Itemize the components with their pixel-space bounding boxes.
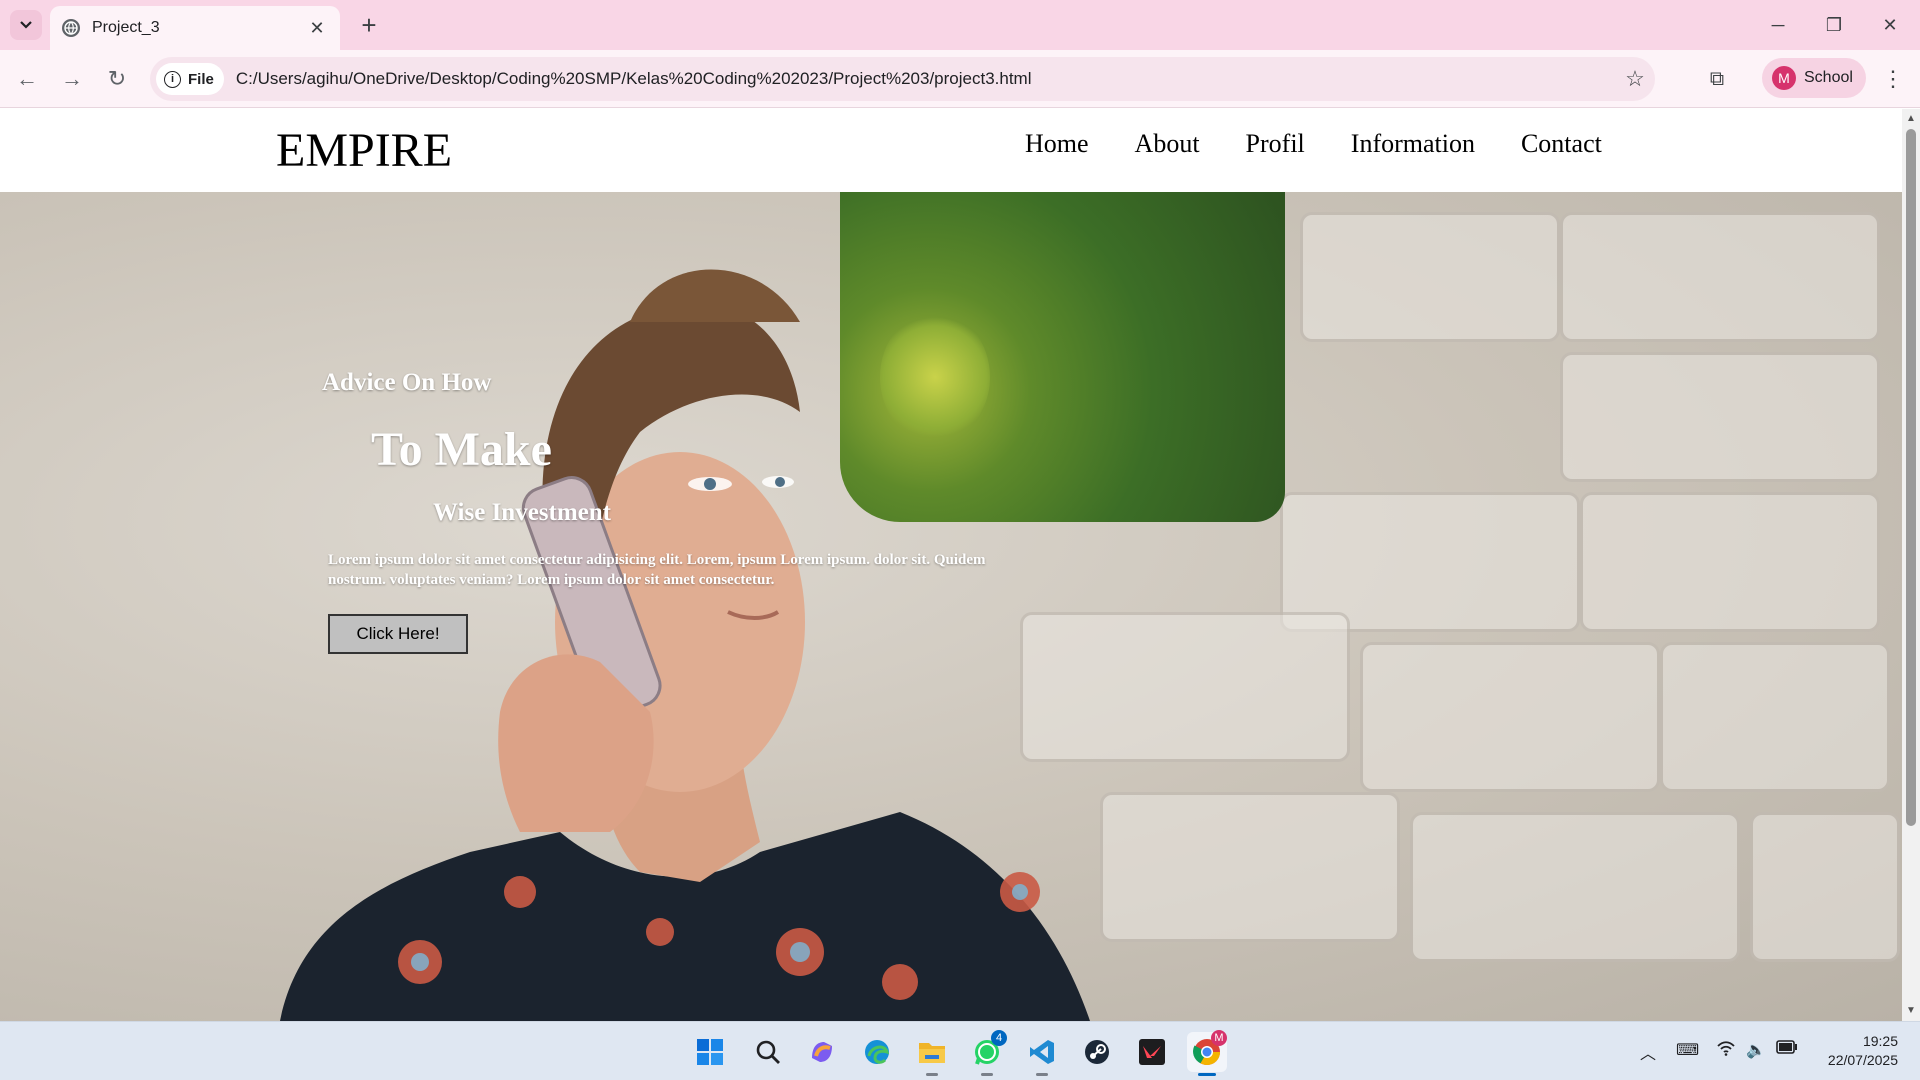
url-text[interactable]: C:/Users/agihu/OneDrive/Desktop/Coding%2… (236, 69, 1615, 89)
page-viewport: EMPIRE Home About Profil Information Con… (0, 109, 1902, 1021)
scroll-down-icon[interactable]: ▼ (1905, 1005, 1917, 1016)
browser-toolbar: ← → ↻ i File C:/Users/agihu/OneDrive/Des… (0, 50, 1920, 108)
site-logo[interactable]: EMPIRE (276, 123, 452, 178)
volume-icon[interactable]: 🔈 (1746, 1040, 1766, 1060)
show-hidden-icons-chevron-icon[interactable]: ︿ (1640, 1040, 1656, 1064)
extensions-icon[interactable]: ⧉ (1700, 62, 1734, 96)
running-indicator (1036, 1073, 1048, 1076)
hero-photo-person (280, 269, 1090, 1021)
copilot-icon[interactable] (802, 1032, 842, 1072)
hero-line-to-make: To Make (371, 423, 552, 476)
scroll-up-icon[interactable]: ▲ (1905, 113, 1917, 124)
restore-icon[interactable]: ❐ (1806, 0, 1862, 50)
forward-icon[interactable]: → (55, 62, 89, 96)
new-tab-button[interactable]: + (354, 10, 384, 40)
wifi-icon[interactable] (1716, 1040, 1736, 1061)
tab-search-button[interactable] (10, 10, 42, 40)
chrome-icon[interactable]: M (1187, 1030, 1227, 1076)
nav-link-about[interactable]: About (1135, 129, 1200, 159)
steam-icon[interactable] (1077, 1032, 1117, 1072)
edge-icon[interactable] (857, 1032, 897, 1072)
keyboard-icon[interactable]: ⌨ (1676, 1040, 1699, 1060)
clock-date: 22/07/2025 (1827, 1052, 1898, 1068)
nav-link-home[interactable]: Home (1025, 129, 1089, 159)
hero-body-text: Lorem ipsum dolor sit amet consectetur a… (328, 552, 986, 588)
back-icon[interactable]: ← (10, 62, 44, 96)
search-icon[interactable] (748, 1032, 788, 1072)
site-info-chip[interactable]: i File (156, 63, 224, 95)
running-indicator (981, 1073, 993, 1076)
tab-title: Project_3 (92, 19, 160, 36)
info-icon: i (164, 70, 181, 88)
avatar: M (1772, 66, 1796, 90)
file-explorer-icon[interactable] (912, 1032, 952, 1076)
vscode-icon[interactable] (1022, 1032, 1062, 1076)
globe-icon (62, 19, 80, 37)
scroll-thumb[interactable] (1906, 129, 1916, 826)
whatsapp-badge: 4 (991, 1030, 1007, 1046)
clock-time: 19:25 (1862, 1033, 1898, 1049)
site-nav: Home About Profil Information Contact (1025, 129, 1648, 159)
running-indicator (926, 1073, 938, 1076)
battery-icon[interactable] (1776, 1040, 1798, 1059)
address-bar[interactable]: i File C:/Users/agihu/OneDrive/Desktop/C… (150, 57, 1655, 101)
close-tab-icon[interactable]: ✕ (306, 18, 328, 39)
system-clock[interactable]: 19:25 22/07/2025 (1828, 1032, 1898, 1070)
hero-line-wise-investment: Wise Investment (433, 499, 612, 526)
window-close-icon[interactable]: ✕ (1862, 0, 1918, 50)
site-info-label: File (188, 70, 214, 88)
windows-start-icon[interactable] (690, 1032, 730, 1072)
chrome-profile-badge: M (1211, 1030, 1227, 1046)
profile-name: School (1804, 69, 1853, 86)
nav-link-profil[interactable]: Profil (1246, 129, 1305, 159)
chevron-down-icon (20, 21, 32, 29)
site-header: EMPIRE Home About Profil Information Con… (0, 109, 1902, 192)
hero-section: Advice On How To Make Wise Investment Lo… (0, 192, 1902, 1021)
click-here-button[interactable]: Click Here! (328, 614, 468, 654)
profile-button[interactable]: M School (1762, 58, 1866, 98)
page-scrollbar[interactable]: ▲ ▼ (1902, 109, 1920, 1021)
tab-strip: Project_3 ✕ + ─ ❐ ✕ (0, 0, 1920, 50)
valorant-icon[interactable] (1132, 1032, 1172, 1072)
windows-taskbar: 4 M ︿ ⌨ 🔈 19:25 22/07/2025 (0, 1021, 1920, 1080)
minimize-icon[interactable]: ─ (1750, 0, 1806, 50)
nav-link-contact[interactable]: Contact (1521, 129, 1602, 159)
whatsapp-icon[interactable]: 4 (967, 1030, 1007, 1076)
hero-line-advice: Advice On How (322, 369, 492, 396)
reload-icon[interactable]: ↻ (100, 62, 134, 96)
active-indicator (1198, 1073, 1216, 1076)
browser-menu-icon[interactable]: ⋮ (1878, 62, 1908, 96)
tab-project-3[interactable]: Project_3 ✕ (50, 6, 340, 50)
bookmark-star-icon[interactable]: ☆ (1615, 66, 1655, 92)
nav-link-information[interactable]: Information (1351, 129, 1475, 159)
